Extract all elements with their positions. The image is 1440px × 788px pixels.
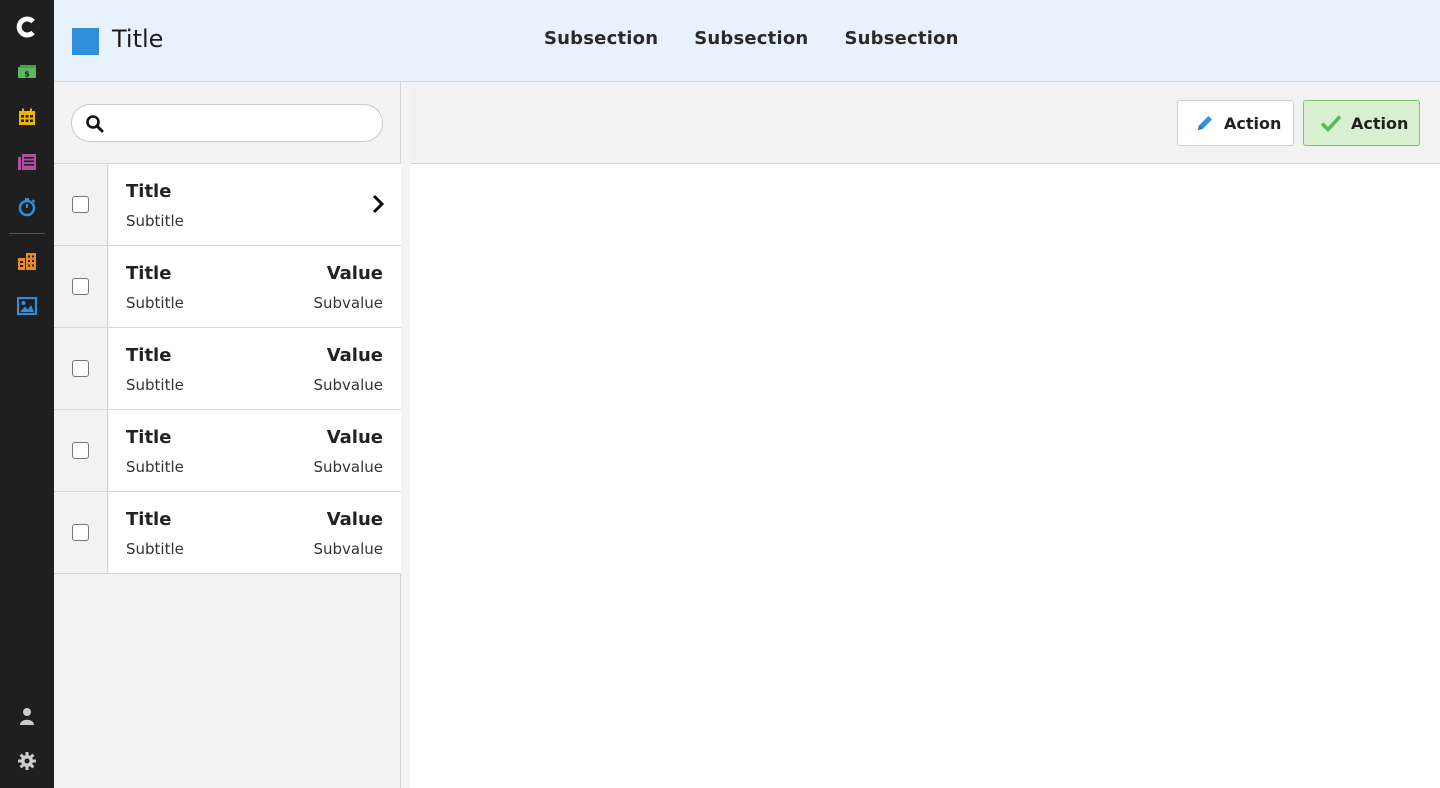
rail-item-profile[interactable] [0,701,54,731]
checkbox-cell [54,164,108,245]
list-item-subtitle: Subtitle [126,540,184,558]
subsection-tab-2[interactable]: Subsection [694,28,808,49]
list-item-body[interactable]: Title Subtitle Value Subvalue [109,492,401,573]
row-checkbox[interactable] [72,278,89,295]
list-item-value: Value [326,427,383,448]
image-icon [17,297,37,315]
app-rail: $ [0,0,54,788]
list-item-title: Title [126,181,172,202]
subsection-tab-3[interactable]: Subsection [844,28,958,49]
pane-resize-handle[interactable] [401,82,410,788]
row-checkbox[interactable] [72,196,89,213]
rail-item-calendar[interactable] [0,102,54,132]
money-icon: $ [18,65,36,79]
list-item[interactable]: Title Subtitle Value Subvalue [54,410,401,492]
detail-toolbar: Action Action [410,82,1440,164]
checkbox-cell [54,410,108,491]
list-item-value: Value [326,509,383,530]
list-item-subtitle: Subtitle [126,212,184,230]
list-item-subvalue: Subvalue [313,540,383,558]
subsection-tab-1[interactable]: Subsection [544,28,658,49]
list-item-body[interactable]: Title Subtitle [109,164,401,245]
brand-square-icon [72,28,99,55]
gear-icon [18,752,36,770]
rail-item-settings[interactable] [0,746,54,776]
list-item-body[interactable]: Title Subtitle Value Subvalue [109,328,401,409]
row-checkbox[interactable] [72,360,89,377]
rail-item-documents[interactable] [0,147,54,177]
checkmark-icon [1320,113,1342,133]
rail-item-building[interactable] [0,246,54,276]
list-item[interactable]: Title Subtitle Value Subvalue [54,246,401,328]
confirm-action-button[interactable]: Action [1303,100,1420,146]
subsection-nav: Subsection Subsection Subsection [544,28,995,49]
list-item-value: Value [326,263,383,284]
stopwatch-icon [18,198,36,217]
rail-item-image[interactable] [0,291,54,321]
chevron-right-icon [372,194,385,214]
calendar-icon [19,108,35,125]
edit-action-button[interactable]: Action [1177,100,1294,146]
list-item[interactable]: Title Subtitle Value Subvalue [54,328,401,410]
row-checkbox[interactable] [72,524,89,541]
list-item-title: Title [126,263,172,284]
list-item-body[interactable]: Title Subtitle Value Subvalue [109,410,401,491]
page-title: Title [112,25,164,53]
checkbox-cell [54,328,108,409]
pencil-icon [1195,113,1215,133]
top-header: Title Subsection Subsection Subsection [54,0,1440,82]
rail-divider [9,233,45,234]
list-item-subtitle: Subtitle [126,458,184,476]
confirm-action-label: Action [1351,113,1409,133]
edit-action-label: Action [1224,113,1282,133]
logo[interactable] [0,10,54,44]
row-checkbox[interactable] [72,442,89,459]
list-item[interactable]: Title Subtitle Value Subvalue [54,492,401,574]
svg-text:$: $ [24,70,30,79]
user-icon [20,708,34,725]
list-item-title: Title [126,345,172,366]
checkbox-cell [54,492,108,573]
list-item-subvalue: Subvalue [313,294,383,312]
list-pane: Title Subtitle Title Subtitle Value Subv… [54,82,401,788]
logo-icon [16,16,35,38]
list-item-subtitle: Subtitle [126,294,184,312]
rail-item-stopwatch[interactable] [0,192,54,222]
list-item-title: Title [126,509,172,530]
building-icon [18,253,36,270]
checkbox-cell [54,246,108,327]
search-area [54,82,401,164]
search-icon [86,115,104,133]
document-list-icon [18,154,36,170]
detail-content [410,164,1440,788]
item-list: Title Subtitle Title Subtitle Value Subv… [54,164,401,574]
list-item-body[interactable]: Title Subtitle Value Subvalue [109,246,401,327]
list-item-title: Title [126,427,172,448]
rail-item-money[interactable]: $ [0,57,54,87]
list-item-subvalue: Subvalue [313,458,383,476]
search-input[interactable] [114,111,374,135]
list-item-value: Value [326,345,383,366]
search-box[interactable] [71,104,383,142]
list-item[interactable]: Title Subtitle [54,164,401,246]
list-item-subtitle: Subtitle [126,376,184,394]
list-item-subvalue: Subvalue [313,376,383,394]
